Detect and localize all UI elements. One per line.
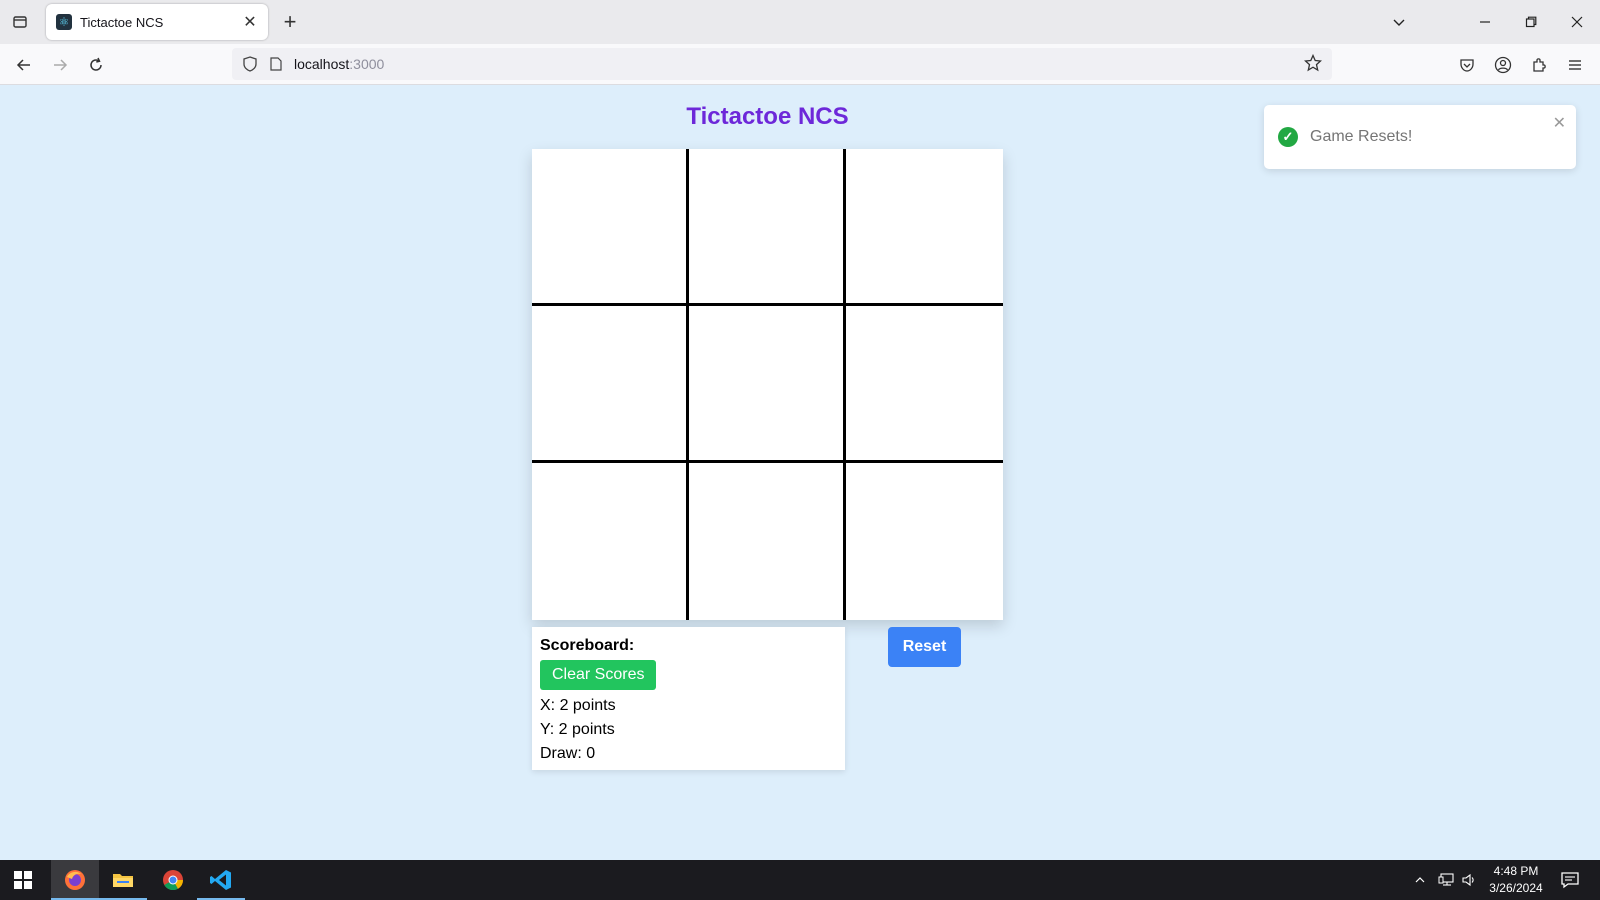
- taskbar-clock[interactable]: 4:48 PM 3/26/2024: [1476, 863, 1556, 897]
- browser-nav-bar: localhost:3000: [0, 44, 1600, 85]
- url-text[interactable]: localhost:3000: [294, 56, 384, 72]
- clock-date: 3/26/2024: [1489, 881, 1543, 895]
- url-port: :3000: [349, 56, 385, 72]
- back-icon[interactable]: [11, 52, 37, 78]
- game-board: [532, 149, 1003, 620]
- board-cell-1[interactable]: [532, 149, 689, 306]
- score-y: Y: 2 points: [540, 721, 615, 738]
- toast-notification: ✓ Game Resets! ✕: [1264, 105, 1576, 169]
- close-window-icon[interactable]: [1563, 8, 1591, 36]
- menu-icon[interactable]: [1562, 52, 1588, 78]
- new-tab-button[interactable]: +: [278, 10, 302, 34]
- pocket-icon[interactable]: [1454, 52, 1480, 78]
- check-circle-icon: ✓: [1278, 127, 1298, 147]
- toast-message: Game Resets!: [1310, 128, 1413, 145]
- chrome-icon[interactable]: [149, 860, 197, 900]
- account-icon[interactable]: [1490, 52, 1516, 78]
- board-cell-5[interactable]: [689, 306, 846, 463]
- reset-button[interactable]: Reset: [888, 627, 961, 667]
- board-cell-2[interactable]: [689, 149, 846, 306]
- tab-close-icon[interactable]: ✕: [242, 12, 258, 32]
- tab-title: Tictactoe NCS: [80, 14, 164, 30]
- clock-time: 4:48 PM: [1493, 864, 1539, 878]
- url-bar[interactable]: localhost:3000: [232, 48, 1332, 80]
- forward-icon[interactable]: [47, 52, 73, 78]
- vscode-icon[interactable]: [197, 860, 245, 900]
- shield-icon[interactable]: [240, 56, 260, 72]
- restore-icon[interactable]: [1517, 8, 1545, 36]
- notification-icon[interactable]: [1560, 870, 1582, 890]
- board-cell-9[interactable]: [846, 463, 1003, 620]
- board-cell-8[interactable]: [689, 463, 846, 620]
- bookmark-star-icon[interactable]: [1303, 53, 1323, 77]
- file-explorer-icon[interactable]: [99, 860, 147, 900]
- toast-close-icon[interactable]: ✕: [1553, 113, 1566, 133]
- score-draw: Draw: 0: [540, 745, 596, 762]
- extensions-icon[interactable]: [1526, 52, 1552, 78]
- scoreboard: Scoreboard: Clear Scores X: 2 points Y: …: [532, 627, 845, 770]
- windows-start-icon[interactable]: [14, 871, 32, 889]
- os-taskbar: 4:48 PM 3/26/2024: [0, 860, 1600, 900]
- scoreboard-title: Scoreboard:: [540, 637, 635, 654]
- url-host: localhost: [294, 56, 350, 72]
- page-content: Tictactoe NCS Scoreboard: Clear Scores X…: [0, 85, 1600, 860]
- board-cell-3[interactable]: [846, 149, 1003, 306]
- react-icon: ⚛: [56, 14, 72, 30]
- firefox-icon[interactable]: [51, 860, 99, 900]
- tab-list-icon[interactable]: [8, 10, 32, 34]
- board-cell-7[interactable]: [532, 463, 689, 620]
- clear-scores-button[interactable]: Clear Scores: [540, 660, 657, 690]
- reload-icon[interactable]: [83, 52, 109, 78]
- board-cell-4[interactable]: [532, 306, 689, 463]
- tray-chevron-icon[interactable]: [1414, 860, 1426, 900]
- browser-tab-active[interactable]: ⚛ Tictactoe NCS ✕: [46, 4, 268, 40]
- chevron-down-icon[interactable]: [1385, 8, 1413, 36]
- board-cell-6[interactable]: [846, 306, 1003, 463]
- minimize-icon[interactable]: [1471, 8, 1499, 36]
- page-icon[interactable]: [268, 57, 284, 71]
- network-icon[interactable]: [1438, 860, 1454, 900]
- score-x: X: 2 points: [540, 697, 616, 714]
- browser-tab-bar: ⚛ Tictactoe NCS ✕ +: [0, 0, 1600, 44]
